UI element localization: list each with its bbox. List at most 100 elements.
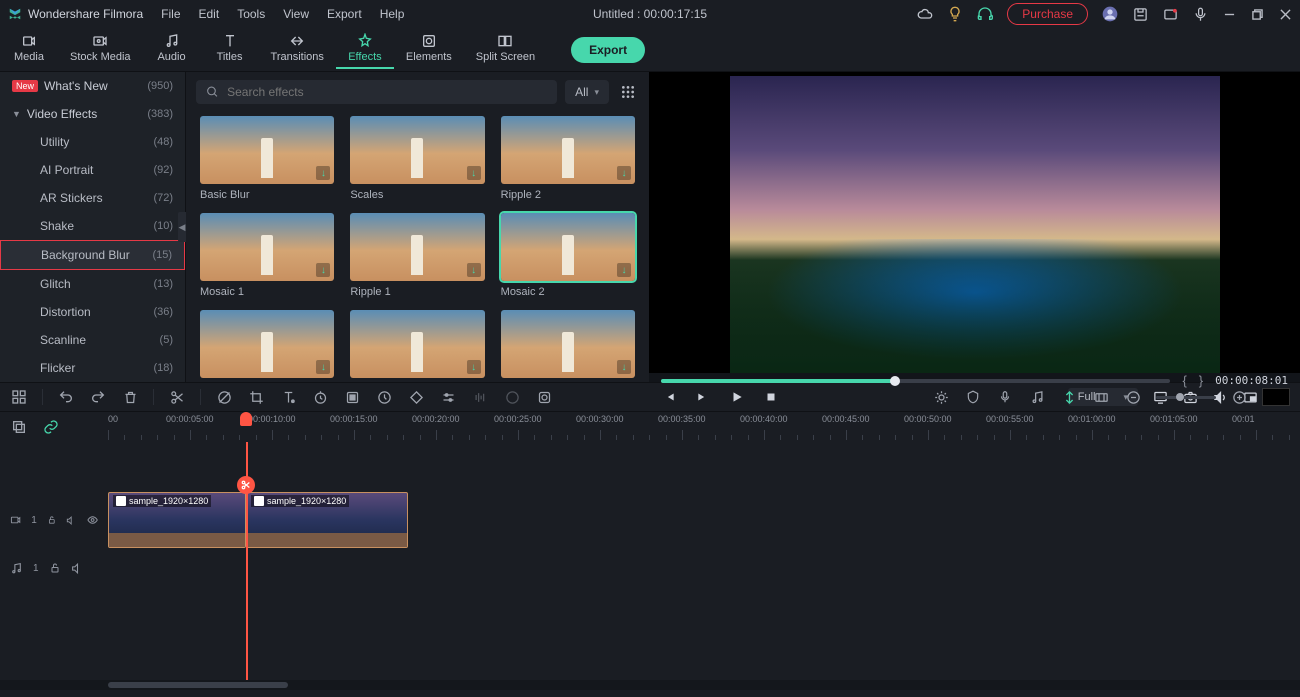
- audio-beat-icon[interactable]: [471, 388, 489, 406]
- maximize-button[interactable]: [1250, 7, 1264, 21]
- stop-button[interactable]: [763, 389, 779, 405]
- mute-icon[interactable]: [66, 514, 76, 527]
- menu-file[interactable]: File: [161, 7, 180, 21]
- effect-card[interactable]: ↓Ripple 2: [501, 116, 635, 201]
- purchase-button[interactable]: Purchase: [1007, 3, 1088, 25]
- tool-audio[interactable]: Audio: [143, 30, 201, 69]
- sidebar-item-utility[interactable]: Utility(48): [0, 128, 185, 156]
- sidebar-whats-new[interactable]: NewWhat's New (950): [0, 72, 185, 100]
- effect-card[interactable]: ↓Mosaic 1: [200, 213, 334, 298]
- effect-card[interactable]: ↓Basic Blur: [200, 116, 334, 201]
- search-input[interactable]: [227, 85, 547, 99]
- crop-button[interactable]: [247, 388, 265, 406]
- save-icon[interactable]: [1132, 6, 1148, 22]
- playhead-marker[interactable]: [240, 412, 252, 426]
- effect-card[interactable]: ↓: [501, 310, 635, 382]
- zoom-fit-button[interactable]: [1262, 388, 1290, 406]
- tool-split-screen[interactable]: Split Screen: [464, 30, 547, 69]
- tracks-area[interactable]: sample_1920×1280sample_1920×1280: [108, 442, 1300, 690]
- sidebar-item-ar-stickers[interactable]: AR Stickers(72): [0, 184, 185, 212]
- sidebar-item-shake[interactable]: Shake(10): [0, 212, 185, 240]
- menu-help[interactable]: Help: [380, 7, 405, 21]
- eye-icon[interactable]: [87, 513, 98, 527]
- horizontal-scrollbar[interactable]: [0, 680, 1300, 690]
- sidebar-item-distortion[interactable]: Distortion(36): [0, 298, 185, 326]
- sidebar-video-effects[interactable]: ▼Video Effects (383): [0, 100, 185, 128]
- widgets-icon[interactable]: [10, 388, 28, 406]
- duration-icon[interactable]: [375, 388, 393, 406]
- mic-icon[interactable]: [1192, 6, 1208, 22]
- track-layers-icon[interactable]: [10, 418, 28, 436]
- render-icon[interactable]: [932, 388, 950, 406]
- preview-scrubber[interactable]: [661, 379, 1170, 383]
- menu-view[interactable]: View: [283, 7, 309, 21]
- tool-elements[interactable]: Elements: [394, 30, 464, 69]
- message-icon[interactable]: [1162, 6, 1178, 22]
- menu-edit[interactable]: Edit: [199, 7, 220, 21]
- color-button[interactable]: [343, 388, 361, 406]
- adjust-icon[interactable]: [439, 388, 457, 406]
- avatar-icon[interactable]: [1102, 6, 1118, 22]
- mute-icon[interactable]: [71, 562, 84, 575]
- record-icon[interactable]: [996, 388, 1014, 406]
- lock-icon[interactable]: [47, 514, 57, 526]
- preview-canvas[interactable]: [649, 72, 1300, 373]
- text-button[interactable]: [279, 388, 297, 406]
- sidebar-item-background-blur[interactable]: Background Blur(15): [0, 240, 185, 270]
- tool-titles[interactable]: Titles: [201, 30, 259, 69]
- download-icon: ↓: [617, 166, 631, 180]
- export-button[interactable]: Export: [571, 37, 645, 63]
- collapse-handle[interactable]: ◀: [178, 212, 186, 242]
- zoom-slider[interactable]: [1156, 396, 1216, 399]
- cut-badge-icon[interactable]: [237, 476, 255, 494]
- speed-button[interactable]: [311, 388, 329, 406]
- sidebar-item-flicker[interactable]: Flicker(18): [0, 354, 185, 382]
- timeline-ruler[interactable]: 0000:00:05:0000:00:10:0000:00:15:0000:00…: [108, 412, 1300, 442]
- split-button[interactable]: [168, 388, 186, 406]
- search-box[interactable]: [196, 80, 557, 104]
- timeline-clip[interactable]: sample_1920×1280: [108, 492, 246, 548]
- mark-in-button[interactable]: {: [1182, 373, 1186, 388]
- keyframe-icon[interactable]: [407, 388, 425, 406]
- effect-card[interactable]: ↓: [200, 310, 334, 382]
- marker-icon[interactable]: [964, 388, 982, 406]
- zoom-in-button[interactable]: [1230, 388, 1248, 406]
- cloud-icon[interactable]: [917, 6, 933, 22]
- lightbulb-icon[interactable]: [947, 6, 963, 22]
- tool-media[interactable]: Media: [0, 30, 58, 69]
- sidebar-item-glitch[interactable]: Glitch(13): [0, 270, 185, 298]
- undo-button[interactable]: [57, 388, 75, 406]
- tool-stock-media[interactable]: Stock Media: [58, 30, 143, 69]
- effect-card[interactable]: ↓: [350, 310, 484, 382]
- menu-tools[interactable]: Tools: [237, 7, 265, 21]
- effect-card[interactable]: ↓Scales: [350, 116, 484, 201]
- prev-frame-button[interactable]: [661, 389, 677, 405]
- grid-view-button[interactable]: [617, 81, 639, 103]
- mixer-icon[interactable]: [1028, 388, 1046, 406]
- redo-button[interactable]: [89, 388, 107, 406]
- tool-effects[interactable]: Effects: [336, 30, 394, 69]
- filter-dropdown[interactable]: All ▾: [565, 80, 609, 104]
- mask-icon[interactable]: [535, 388, 553, 406]
- denoise-icon[interactable]: [215, 388, 233, 406]
- minimize-button[interactable]: [1222, 7, 1236, 21]
- sidebar-item-ai-portrait[interactable]: AI Portrait(92): [0, 156, 185, 184]
- link-icon[interactable]: [42, 418, 60, 436]
- magnet-icon[interactable]: [1060, 388, 1078, 406]
- aspect-icon[interactable]: [1092, 388, 1110, 406]
- greenscreen-icon[interactable]: [503, 388, 521, 406]
- delete-button[interactable]: [121, 388, 139, 406]
- tool-transitions[interactable]: Transitions: [259, 30, 336, 69]
- sidebar-item-scanline[interactable]: Scanline(5): [0, 326, 185, 354]
- zoom-out-button[interactable]: [1124, 388, 1142, 406]
- close-button[interactable]: [1278, 7, 1292, 21]
- timeline-clip[interactable]: sample_1920×1280: [246, 492, 408, 548]
- mark-out-button[interactable]: }: [1199, 373, 1203, 388]
- headphones-icon[interactable]: [977, 6, 993, 22]
- play-button[interactable]: [729, 389, 745, 405]
- menu-export[interactable]: Export: [327, 7, 362, 21]
- lock-icon[interactable]: [49, 562, 61, 574]
- effect-card[interactable]: ↓Mosaic 2: [501, 213, 635, 298]
- next-frame-button[interactable]: [695, 389, 711, 405]
- effect-card[interactable]: ↓Ripple 1: [350, 213, 484, 298]
